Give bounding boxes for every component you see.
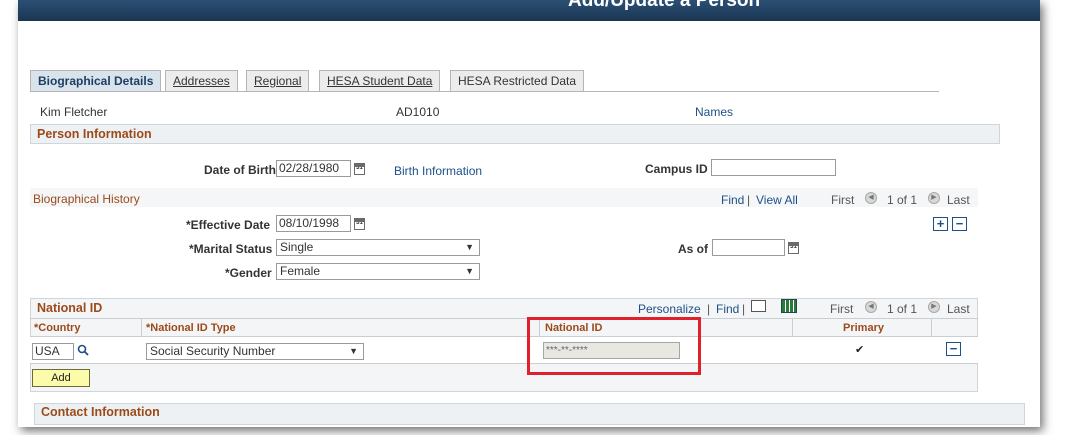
- nid-first-label: First: [830, 302, 854, 316]
- campus-id-label: Campus ID: [645, 162, 708, 176]
- next-icon[interactable]: ▶: [928, 301, 940, 313]
- campus-id-input[interactable]: [711, 159, 836, 176]
- tab-label: Addresses: [173, 74, 230, 88]
- page-title: Add/Update a Person: [568, 0, 761, 11]
- primary-checkbox[interactable]: ✔: [855, 344, 867, 356]
- tab-biographical-details[interactable]: Biographical Details: [30, 70, 162, 92]
- calendar-icon[interactable]: 31: [788, 242, 799, 254]
- bio-last-label: Last: [947, 193, 970, 207]
- calendar-icon[interactable]: 31: [354, 163, 365, 175]
- as-of-input[interactable]: [712, 239, 785, 256]
- gender-value: Female: [280, 264, 321, 278]
- page-header: Add/Update a Person: [18, 0, 1040, 21]
- national-id-type-value: Social Security Number: [150, 344, 276, 358]
- calendar-icon[interactable]: 31: [354, 218, 365, 230]
- person-info-section: [30, 124, 1000, 144]
- prev-icon[interactable]: ◀: [865, 301, 877, 313]
- bio-history-title: Biographical History: [33, 192, 140, 206]
- tab-divider: [30, 91, 939, 92]
- next-icon[interactable]: ▶: [928, 192, 940, 204]
- effective-date-input[interactable]: 08/10/1998: [276, 215, 351, 232]
- dob-input[interactable]: 02/28/1980: [276, 160, 351, 177]
- column-header-primary: Primary: [843, 322, 884, 334]
- gender-select[interactable]: Female ▼: [276, 263, 480, 280]
- marital-status-label: *Marital Status: [189, 242, 273, 256]
- birth-info-link[interactable]: Birth Information: [394, 164, 482, 178]
- national-id-type-select[interactable]: Social Security Number ▼: [146, 343, 364, 360]
- lookup-search-icon[interactable]: [77, 344, 89, 356]
- bio-count: 1 of 1: [887, 193, 918, 207]
- person-name: Kim Fletcher: [40, 105, 108, 119]
- view-all-icon[interactable]: [751, 300, 766, 312]
- bio-view-all-link[interactable]: View All: [756, 193, 798, 207]
- chevron-down-icon: ▼: [465, 266, 474, 276]
- add-button[interactable]: Add: [32, 369, 90, 387]
- national-id-title: National ID: [37, 301, 103, 315]
- gender-label: *Gender: [225, 266, 272, 280]
- delete-row-icon[interactable]: −: [952, 217, 967, 231]
- highlight-box: [527, 317, 701, 375]
- app-window: Add/Update a Person Biographical Details…: [18, 0, 1040, 427]
- tab-regional[interactable]: Regional: [246, 70, 310, 91]
- contact-info-section: [34, 403, 1025, 425]
- tab-label: Biographical Details: [38, 74, 154, 88]
- tab-label: HESA Student Data: [327, 74, 433, 88]
- names-link[interactable]: Names: [695, 105, 733, 119]
- marital-status-value: Single: [280, 240, 314, 254]
- effective-date-label: *Effective Date: [186, 218, 271, 232]
- column-header-country: *Country: [34, 322, 81, 334]
- marital-status-select[interactable]: Single ▼: [276, 239, 480, 256]
- country-input[interactable]: USA: [32, 343, 74, 360]
- person-id: AD1010: [396, 105, 440, 119]
- bio-first-label: First: [831, 193, 855, 207]
- chevron-down-icon: ▼: [349, 346, 358, 356]
- bio-find-link[interactable]: Find: [721, 193, 744, 207]
- tab-label: Regional: [254, 74, 302, 88]
- add-row-icon[interactable]: +: [933, 217, 948, 231]
- download-excel-icon[interactable]: [781, 299, 797, 313]
- nid-last-label: Last: [947, 302, 970, 316]
- dob-label: Date of Birth: [204, 163, 276, 177]
- tab-hesa-restricted-data[interactable]: HESA Restricted Data: [450, 70, 585, 91]
- contact-info-title: Contact Information: [41, 405, 160, 419]
- personalize-link[interactable]: Personalize: [638, 302, 701, 316]
- tab-hesa-student-data[interactable]: HESA Student Data: [319, 70, 441, 91]
- person-info-title: Person Information: [37, 127, 152, 141]
- chevron-down-icon: ▼: [465, 242, 474, 252]
- column-header-id-type: *National ID Type: [146, 322, 236, 334]
- nid-count: 1 of 1: [887, 302, 918, 316]
- prev-icon[interactable]: ◀: [865, 192, 877, 204]
- nid-find-link[interactable]: Find: [716, 302, 739, 316]
- tab-label: HESA Restricted Data: [458, 74, 577, 88]
- as-of-label: As of: [678, 242, 708, 256]
- tab-addresses[interactable]: Addresses: [165, 70, 238, 91]
- delete-row-icon[interactable]: −: [946, 342, 961, 356]
